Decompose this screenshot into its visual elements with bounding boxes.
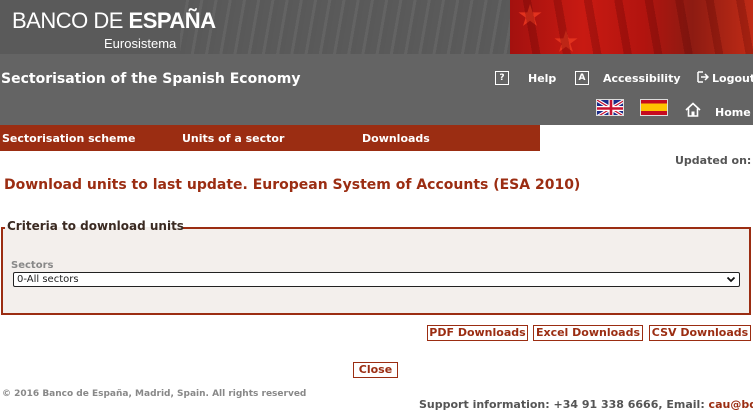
home-icon[interactable] bbox=[685, 102, 701, 117]
support-text: Support information: +34 91 338 6666, Em… bbox=[419, 398, 709, 411]
star-icon bbox=[518, 4, 542, 26]
site-title: Sectorisation of the Spanish Economy bbox=[1, 71, 301, 87]
help-link[interactable]: Help bbox=[528, 72, 556, 85]
logo-subtitle: Eurosistema bbox=[104, 36, 177, 51]
logout-icon[interactable] bbox=[695, 70, 709, 84]
english-flag-icon[interactable] bbox=[596, 99, 624, 116]
updated-label: Updated on: bbox=[675, 154, 752, 167]
logout-link[interactable]: Logout bbox=[712, 72, 753, 85]
home-link[interactable]: Home bbox=[715, 106, 751, 119]
chevron-down-icon bbox=[726, 276, 736, 283]
sectors-select-value: 0-All sectors bbox=[17, 274, 79, 285]
sectors-label: Sectors bbox=[11, 260, 54, 271]
excel-downloads-button[interactable]: Excel Downloads bbox=[533, 325, 643, 341]
criteria-fieldset: Criteria to download units Sectors 0-All… bbox=[1, 219, 751, 315]
accessibility-icon[interactable]: A bbox=[575, 71, 589, 85]
star-icon bbox=[554, 30, 578, 52]
header-bar: Sectorisation of the Spanish Economy ? H… bbox=[0, 54, 753, 125]
logo-text-bold: ESPAÑA bbox=[128, 8, 217, 33]
nav-sectorisation-scheme[interactable]: Sectorisation scheme bbox=[2, 132, 135, 145]
support-info: Support information: +34 91 338 6666, Em… bbox=[419, 398, 753, 411]
sectors-select[interactable]: 0-All sectors bbox=[13, 272, 740, 287]
spanish-flag-icon[interactable] bbox=[640, 99, 668, 116]
nav-units-of-a-sector[interactable]: Units of a sector bbox=[182, 132, 284, 145]
nav-downloads[interactable]: Downloads bbox=[362, 132, 430, 145]
accessibility-link[interactable]: Accessibility bbox=[603, 72, 681, 85]
criteria-legend: Criteria to download units bbox=[7, 219, 184, 233]
support-email-link[interactable]: cau@bde.es bbox=[709, 398, 753, 411]
banner-flag-image bbox=[510, 0, 753, 54]
logo-text-light: BANCO DE bbox=[12, 8, 129, 33]
help-icon[interactable]: ? bbox=[495, 71, 509, 85]
top-banner: BANCO DE ESPAÑA Eurosistema bbox=[0, 0, 753, 54]
close-button[interactable]: Close bbox=[353, 362, 398, 378]
banner-texture bbox=[180, 0, 510, 54]
main-nav: Sectorisation scheme Units of a sector D… bbox=[0, 125, 540, 151]
bank-logo[interactable]: BANCO DE ESPAÑA bbox=[12, 8, 216, 34]
page-title: Download units to last update. European … bbox=[4, 177, 581, 193]
pdf-downloads-button[interactable]: PDF Downloads bbox=[427, 325, 528, 341]
copyright-text: © 2016 Banco de España, Madrid, Spain. A… bbox=[2, 389, 307, 399]
csv-downloads-button[interactable]: CSV Downloads bbox=[649, 325, 751, 341]
